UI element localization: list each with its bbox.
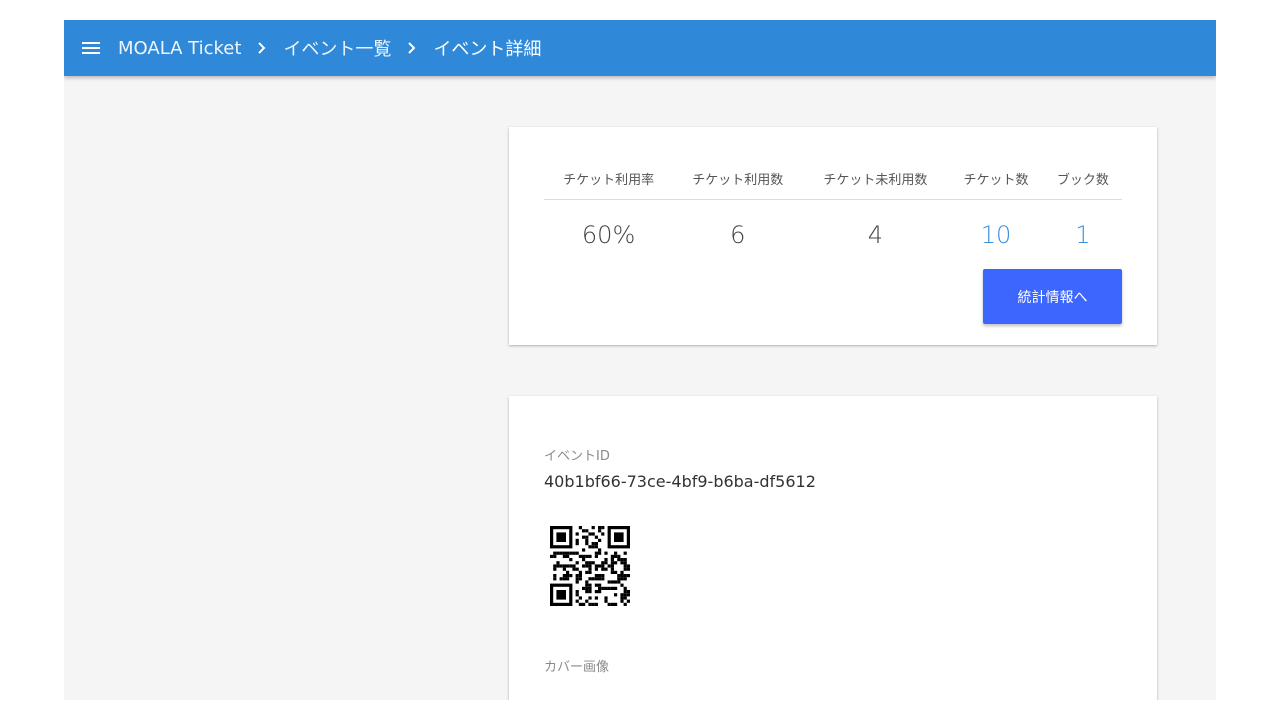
chevron-right-icon (405, 41, 419, 55)
menu-icon[interactable] (82, 38, 102, 58)
chevron-right-icon (255, 41, 269, 55)
breadcrumb-event-detail: イベント詳細 (433, 39, 542, 60)
header-used-count: チケット利用数 (673, 157, 803, 200)
app-shell: MOALA Ticket イベント一覧 イベント詳細 チケット利用率 チケット利… (64, 20, 1216, 700)
app-title[interactable]: MOALA Ticket (118, 38, 241, 59)
statistics-button[interactable]: 統計情報へ (983, 269, 1122, 324)
header-unused-count: チケット未利用数 (802, 157, 949, 200)
usage-rate-value: 60% (581, 221, 636, 249)
book-count-link[interactable]: 1 (1044, 200, 1122, 271)
ticket-stats-table: チケット利用率 チケット利用数 チケット未利用数 チケット数 ブック数 60% … (544, 157, 1122, 270)
event-id-value: 40b1bf66-73ce-4bf9-b6ba-df5612 (544, 472, 816, 491)
event-id-label: イベントID (544, 449, 610, 464)
qr-code (550, 526, 630, 606)
header-book-count: ブック数 (1043, 157, 1122, 200)
ticket-stats-card: チケット利用率 チケット利用数 チケット未利用数 チケット数 ブック数 60% … (509, 127, 1157, 345)
header-usage-rate: チケット利用率 (544, 157, 674, 200)
unused-count-value: 4 (867, 221, 884, 249)
event-info-card: イベントID 40b1bf66-73ce-4bf9-b6ba-df5612 カバ… (509, 396, 1157, 700)
breadcrumb-event-list[interactable]: イベント一覧 (283, 35, 391, 61)
cover-image-label: カバー画像 (544, 660, 610, 675)
ticket-count-link[interactable]: 10 (948, 200, 1043, 271)
used-count-value: 6 (730, 221, 746, 249)
top-app-bar: MOALA Ticket イベント一覧 イベント詳細 (64, 20, 1216, 76)
header-ticket-count: チケット数 (948, 157, 1044, 200)
